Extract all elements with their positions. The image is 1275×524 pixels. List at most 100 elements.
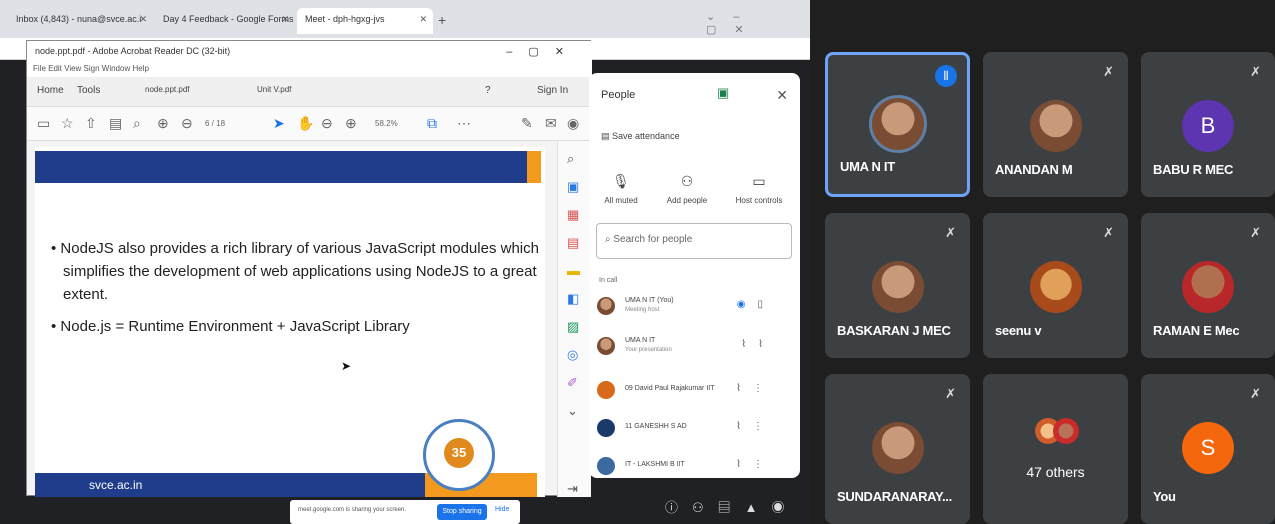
host-controls-icon: ▭ (752, 173, 766, 189)
participant-tile[interactable]: ✗ ANANDAN M (983, 52, 1128, 197)
participant-role: Your presentation (625, 347, 672, 353)
participant-row[interactable]: 09 David Paul Rajakumar IIT ⌇⋮ (597, 379, 793, 403)
scan-icon[interactable]: ◎ (567, 347, 578, 363)
participant-tile[interactable]: ⦀ UMA N IT (825, 52, 970, 197)
acrobat-window-controls[interactable]: –▢✕ (506, 45, 580, 58)
create-icon[interactable]: ▭ (37, 115, 50, 132)
comment-icon[interactable]: ▬ (567, 263, 580, 278)
share-notice-text: meet.google.com is sharing your screen. (298, 507, 407, 513)
participant-name: RAMAN E Mec (1153, 323, 1240, 338)
more-icon[interactable]: ⌇⋮ (736, 421, 775, 432)
avatar (597, 381, 615, 399)
zoom-level[interactable]: 58.2% (375, 119, 398, 128)
speaking-indicator-icon: ⦀ (935, 65, 957, 87)
tab-home[interactable]: Home (37, 85, 64, 96)
zoom-icon[interactable]: ⌕ (567, 151, 574, 167)
mic-off-icon[interactable]: ⌇⌇ (741, 339, 775, 350)
speaking-icon[interactable]: ◉▯ (737, 299, 775, 310)
participant-tile[interactable]: ✗ BASKARAN J MEC (825, 213, 970, 358)
participant-tile[interactable]: ✗ seenu v (983, 213, 1128, 358)
zoom-out-icon[interactable]: ⊖ (321, 115, 333, 132)
print-icon[interactable]: ▤ (109, 115, 122, 132)
page-number-box[interactable]: 6 / 18 (205, 119, 225, 128)
protect-icon[interactable]: ✐ (567, 375, 578, 391)
participant-name: BABU R MEC (1153, 162, 1234, 177)
fill-sign-icon[interactable]: ▨ (567, 319, 579, 335)
participant-tile[interactable]: B ✗ BABU R MEC (1141, 52, 1275, 197)
slide-header-accent (527, 151, 541, 183)
more-icon[interactable]: ⌇⋮ (736, 459, 775, 470)
acrobat-tab-bar: Home Tools node.ppt.pdf Unit V.pdf ? Sig… (27, 77, 592, 107)
shared-screen: Inbox (4,843) - nuna@svce.ac.i ✕ Day 4 Fe… (0, 0, 810, 524)
avatar (1053, 418, 1079, 444)
sign-icon[interactable]: ✎ (521, 115, 533, 132)
window-controls[interactable]: ⌄–▢✕ (706, 10, 810, 36)
new-tab-icon[interactable]: + (438, 12, 446, 28)
acrobat-menu-bar[interactable]: File Edit View Sign Window Help (27, 63, 592, 77)
user-icon[interactable]: ◉ (567, 115, 579, 132)
search-icon[interactable]: ⌕ (133, 115, 141, 132)
close-icon[interactable]: ✕ (139, 14, 147, 25)
close-icon[interactable]: ✕ (419, 14, 427, 25)
tab-label: Meet - dph-hgxg-jvs (305, 14, 385, 24)
browser-tab-meet[interactable]: Meet - dph-hgxg-jvs ✕ (297, 8, 433, 34)
slide-header-band (35, 151, 535, 183)
others-tile[interactable]: 47 others (983, 374, 1128, 524)
add-people-button[interactable]: ⚇ Add people (657, 173, 717, 205)
participant-name: UMA N IT (625, 337, 656, 344)
export-pdf-icon[interactable]: ▣ (567, 179, 579, 195)
combine-icon[interactable]: ◧ (567, 291, 579, 307)
tab-unit-v[interactable]: Unit V.pdf (257, 85, 291, 94)
browser-tab-forms[interactable]: Day 4 Feedback - Google Forms ✕ (155, 8, 295, 34)
participant-name: BASKARAN J MEC (837, 323, 951, 338)
all-muted-button[interactable]: 🎙 All muted (591, 173, 651, 205)
expand-pane-icon[interactable]: ⇥ (567, 481, 578, 497)
upload-icon[interactable]: ⇧ (85, 115, 97, 132)
edit-pdf-icon[interactable]: ▤ (567, 235, 579, 251)
hand-icon[interactable]: ✋ (297, 115, 314, 132)
page-down-icon[interactable]: ⊖ (181, 115, 193, 132)
participant-row[interactable]: IT - LAKSHMI B IIT ⌇⋮ (597, 455, 793, 475)
more-icon[interactable]: ⋯ (457, 115, 471, 132)
more-tools-icon[interactable]: ⌄ (567, 403, 578, 419)
attendance-icon[interactable]: ▣ (717, 85, 729, 101)
participant-row[interactable]: UMA N IT Your presentation ⌇⌇ (597, 335, 793, 359)
avatar (597, 297, 615, 315)
avatar (1029, 261, 1082, 313)
participant-name: UMA N IT (840, 159, 895, 174)
host-controls-button[interactable]: ▭ Host controls (729, 173, 789, 205)
mic-off-icon: ✗ (945, 386, 956, 401)
fit-icon[interactable]: ⧉ (427, 115, 437, 132)
avatar: B (1182, 100, 1234, 152)
tab-node-ppt[interactable]: node.ppt.pdf (145, 85, 189, 94)
bullet-text: Node.js = Runtime Environment + JavaScri… (60, 318, 410, 335)
people-panel: People ▣ ✕ ▤ Save attendance 🎙 All muted … (589, 73, 800, 478)
browser-tab-inbox[interactable]: Inbox (4,843) - nuna@svce.ac.i ✕ (8, 8, 153, 34)
participant-name: seenu v (995, 323, 1042, 338)
mic-off-icon: ✗ (945, 225, 956, 240)
close-icon[interactable]: ✕ (281, 14, 289, 25)
stop-sharing-button[interactable]: Stop sharing (437, 504, 487, 520)
participant-row[interactable]: UMA N IT (You) Meeting host ◉▯ (597, 295, 793, 319)
select-arrow-icon[interactable]: ➤ (273, 115, 285, 132)
participant-tile[interactable]: ✗ SUNDARANARAY... (825, 374, 970, 524)
organize-icon[interactable]: ▦ (567, 207, 579, 223)
page-up-icon[interactable]: ⊕ (157, 115, 169, 132)
self-tile[interactable]: S ✗ You (1141, 374, 1275, 524)
save-attendance-button[interactable]: ▤ Save attendance (601, 131, 680, 142)
star-icon[interactable]: ☆ (61, 115, 74, 132)
help-icon[interactable]: ? (485, 85, 491, 96)
meet-bottom-controls[interactable]: ⓘ⚇▤▲◉ (665, 497, 799, 516)
participant-row[interactable]: 11 GANESHH S AD ⌇⋮ (597, 417, 793, 441)
close-icon[interactable]: ✕ (776, 87, 788, 104)
search-input[interactable]: ⌕ Search for people (596, 223, 792, 259)
zoom-in-icon[interactable]: ⊕ (345, 115, 357, 132)
mail-icon[interactable]: ✉ (545, 115, 557, 132)
more-icon[interactable]: ⌇⋮ (736, 383, 775, 394)
hide-button[interactable]: Hide (495, 506, 509, 513)
sign-in-link[interactable]: Sign In (537, 85, 568, 96)
seal-number: 35 (444, 438, 474, 468)
participant-tile[interactable]: ✗ RAMAN E Mec (1141, 213, 1275, 358)
browser-tab-strip: Inbox (4,843) - nuna@svce.ac.i ✕ Day 4 Fe… (0, 0, 810, 38)
tab-tools[interactable]: Tools (77, 85, 100, 96)
